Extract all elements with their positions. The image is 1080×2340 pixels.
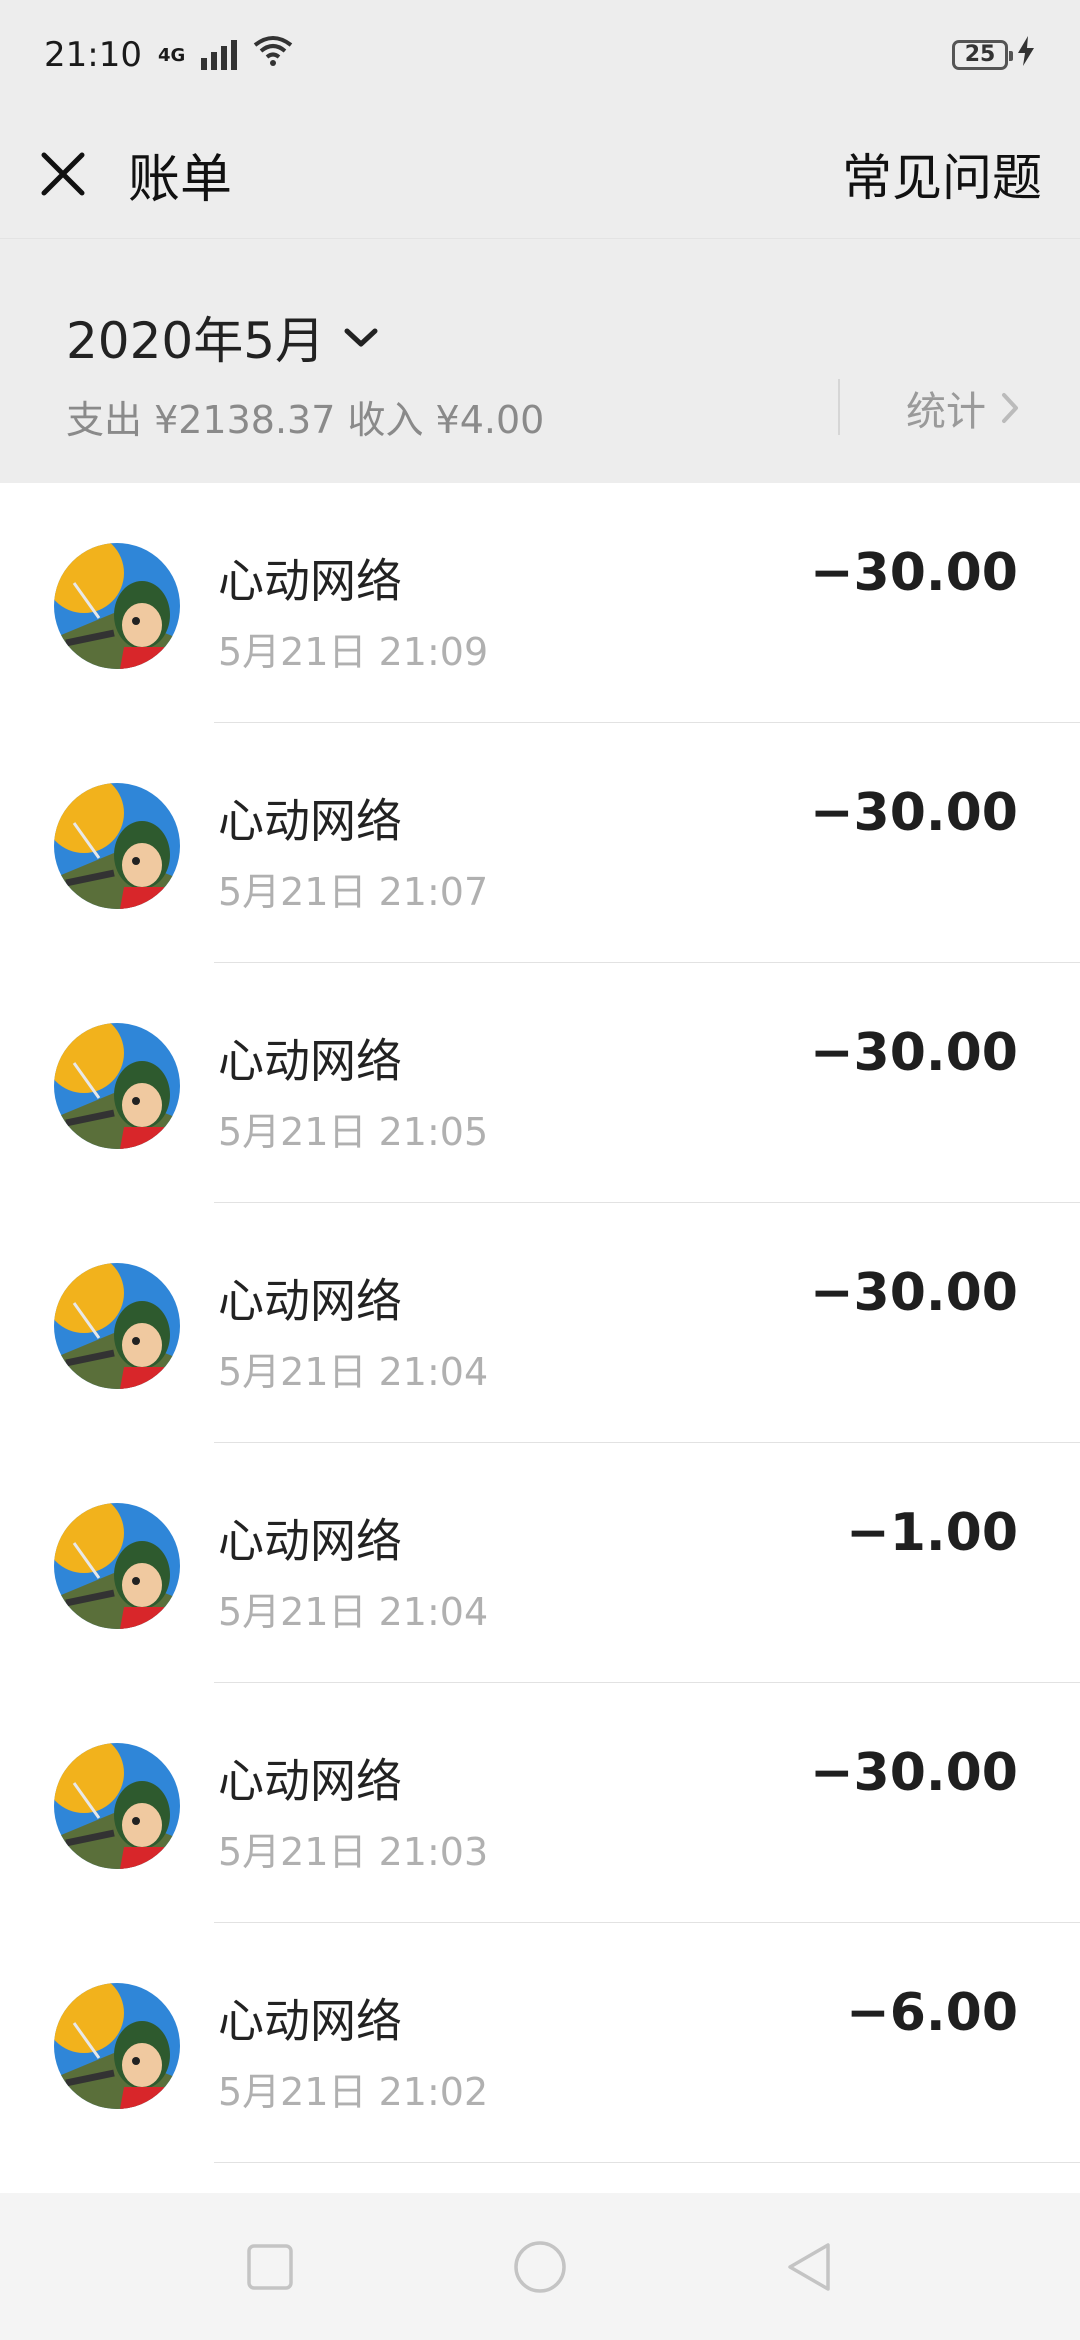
signal-icon <box>201 40 238 70</box>
circle-icon <box>514 2241 566 2293</box>
merchant-avatar <box>54 1743 180 1869</box>
status-bar: 21:10 4G 25 <box>0 0 1080 110</box>
merchant-name: 心动网络 <box>218 1034 402 1088</box>
month-totals: 支出 ¥2138.37 收入 ¥4.00 <box>66 398 545 442</box>
month-selector[interactable]: 2020年5月 <box>66 301 379 373</box>
transaction-row[interactable]: 心动网络 5月21日 21:05 −30.00 <box>0 963 1080 1203</box>
transaction-amount: −6.00 <box>846 1983 1018 2043</box>
page-title: 账单 <box>128 149 233 210</box>
transaction-list: 心动网络 5月21日 21:09 −30.00 心动网络 5月21日 21:07 −30.… <box>0 483 1080 2193</box>
transaction-time: 5月21日 21:05 <box>218 1110 489 1154</box>
transaction-time: 5月21日 21:07 <box>218 870 489 914</box>
merchant-name: 心动网络 <box>218 1754 402 1808</box>
transaction-row[interactable]: 心动网络 5月21日 21:03 −30.00 <box>0 1683 1080 1923</box>
triangle-back-icon <box>788 2243 830 2291</box>
chevron-down-icon <box>344 328 378 347</box>
transaction-time: 5月21日 21:02 <box>218 2070 489 2114</box>
transaction-time: 5月21日 21:04 <box>218 1590 489 1634</box>
merchant-avatar <box>54 783 180 909</box>
status-time: 21:10 <box>44 35 142 75</box>
network-label: 4G <box>157 44 186 66</box>
wifi-icon <box>253 35 293 76</box>
transaction-time: 5月21日 21:03 <box>218 1830 489 1874</box>
home-button[interactable] <box>512 2239 568 2295</box>
transaction-amount: −1.00 <box>846 1503 1018 1563</box>
close-button[interactable] <box>38 149 88 199</box>
transaction-amount: −30.00 <box>809 1743 1018 1803</box>
recent-apps-button[interactable] <box>242 2239 298 2295</box>
merchant-avatar <box>54 1503 180 1629</box>
merchant-avatar <box>54 1023 180 1149</box>
chevron-right-icon <box>1002 393 1018 423</box>
top-bar: 账单 常见问题 <box>0 110 1080 238</box>
stats-link[interactable]: 统计 <box>906 379 1020 437</box>
close-icon <box>41 152 85 196</box>
month-label: 2020年5月 <box>66 312 326 370</box>
square-icon <box>247 2244 293 2290</box>
transaction-row[interactable]: 心动网络 5月21日 21:09 −30.00 <box>0 483 1080 723</box>
transaction-amount: −30.00 <box>809 1263 1018 1323</box>
faq-link[interactable]: 常见问题 <box>842 138 1042 210</box>
transaction-row[interactable]: 心动网络 5月21日 21:04 −30.00 <box>0 1203 1080 1443</box>
battery-icon: 25 <box>952 40 1013 70</box>
merchant-name: 心动网络 <box>218 554 402 608</box>
merchant-name: 心动网络 <box>218 1994 402 2048</box>
merchant-avatar <box>54 543 180 669</box>
stats-label: 统计 <box>906 389 986 435</box>
merchant-name: 心动网络 <box>218 794 402 848</box>
month-summary: 2020年5月 支出 ¥2138.37 收入 ¥4.00 统计 <box>0 238 1080 483</box>
divider <box>838 379 840 435</box>
transaction-row[interactable]: 心动网络 5月21日 21:07 −30.00 <box>0 723 1080 963</box>
charging-icon <box>1016 35 1036 75</box>
row-divider <box>214 2162 1080 2163</box>
transaction-time: 5月21日 21:09 <box>218 630 489 674</box>
back-button[interactable] <box>782 2239 838 2295</box>
transaction-amount: −30.00 <box>809 543 1018 603</box>
transaction-time: 5月21日 21:04 <box>218 1350 489 1394</box>
merchant-avatar <box>54 1263 180 1389</box>
transaction-amount: −30.00 <box>809 1023 1018 1083</box>
transaction-amount: −30.00 <box>809 783 1018 843</box>
merchant-name: 心动网络 <box>218 1514 402 1568</box>
transaction-row[interactable]: 心动网络 5月21日 21:04 −1.00 <box>0 1443 1080 1683</box>
merchant-avatar <box>54 1983 180 2109</box>
transaction-row[interactable]: 心动网络 5月21日 21:02 −6.00 <box>0 1923 1080 2163</box>
system-nav-bar <box>0 2193 1080 2340</box>
merchant-name: 心动网络 <box>218 1274 402 1328</box>
